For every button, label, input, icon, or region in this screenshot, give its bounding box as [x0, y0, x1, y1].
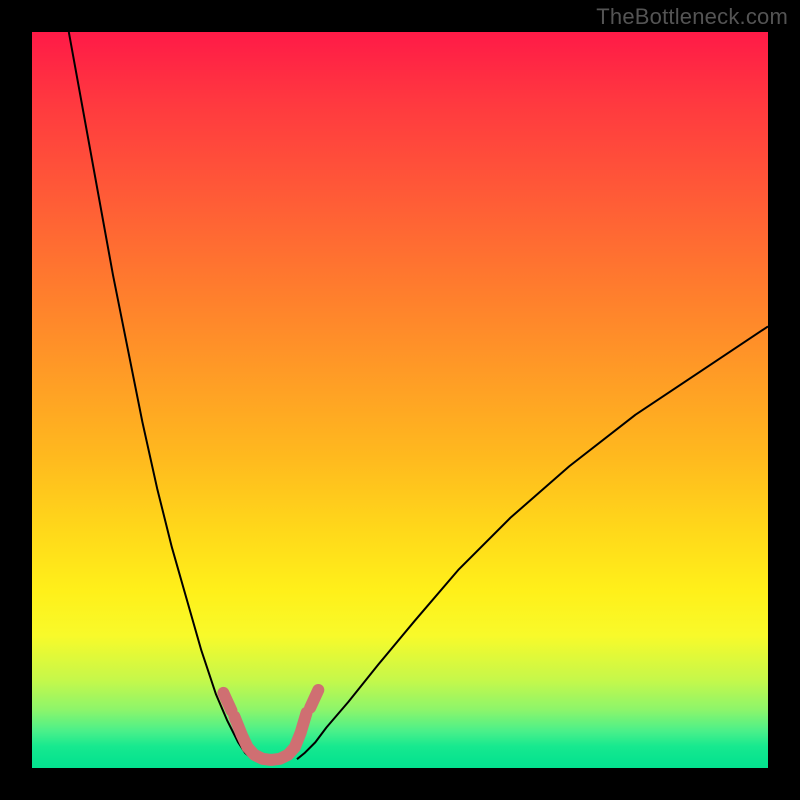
watermark-text: TheBottleneck.com: [596, 4, 788, 30]
chart-frame: TheBottleneck.com: [0, 0, 800, 800]
chart-gradient-plot: [32, 32, 768, 768]
